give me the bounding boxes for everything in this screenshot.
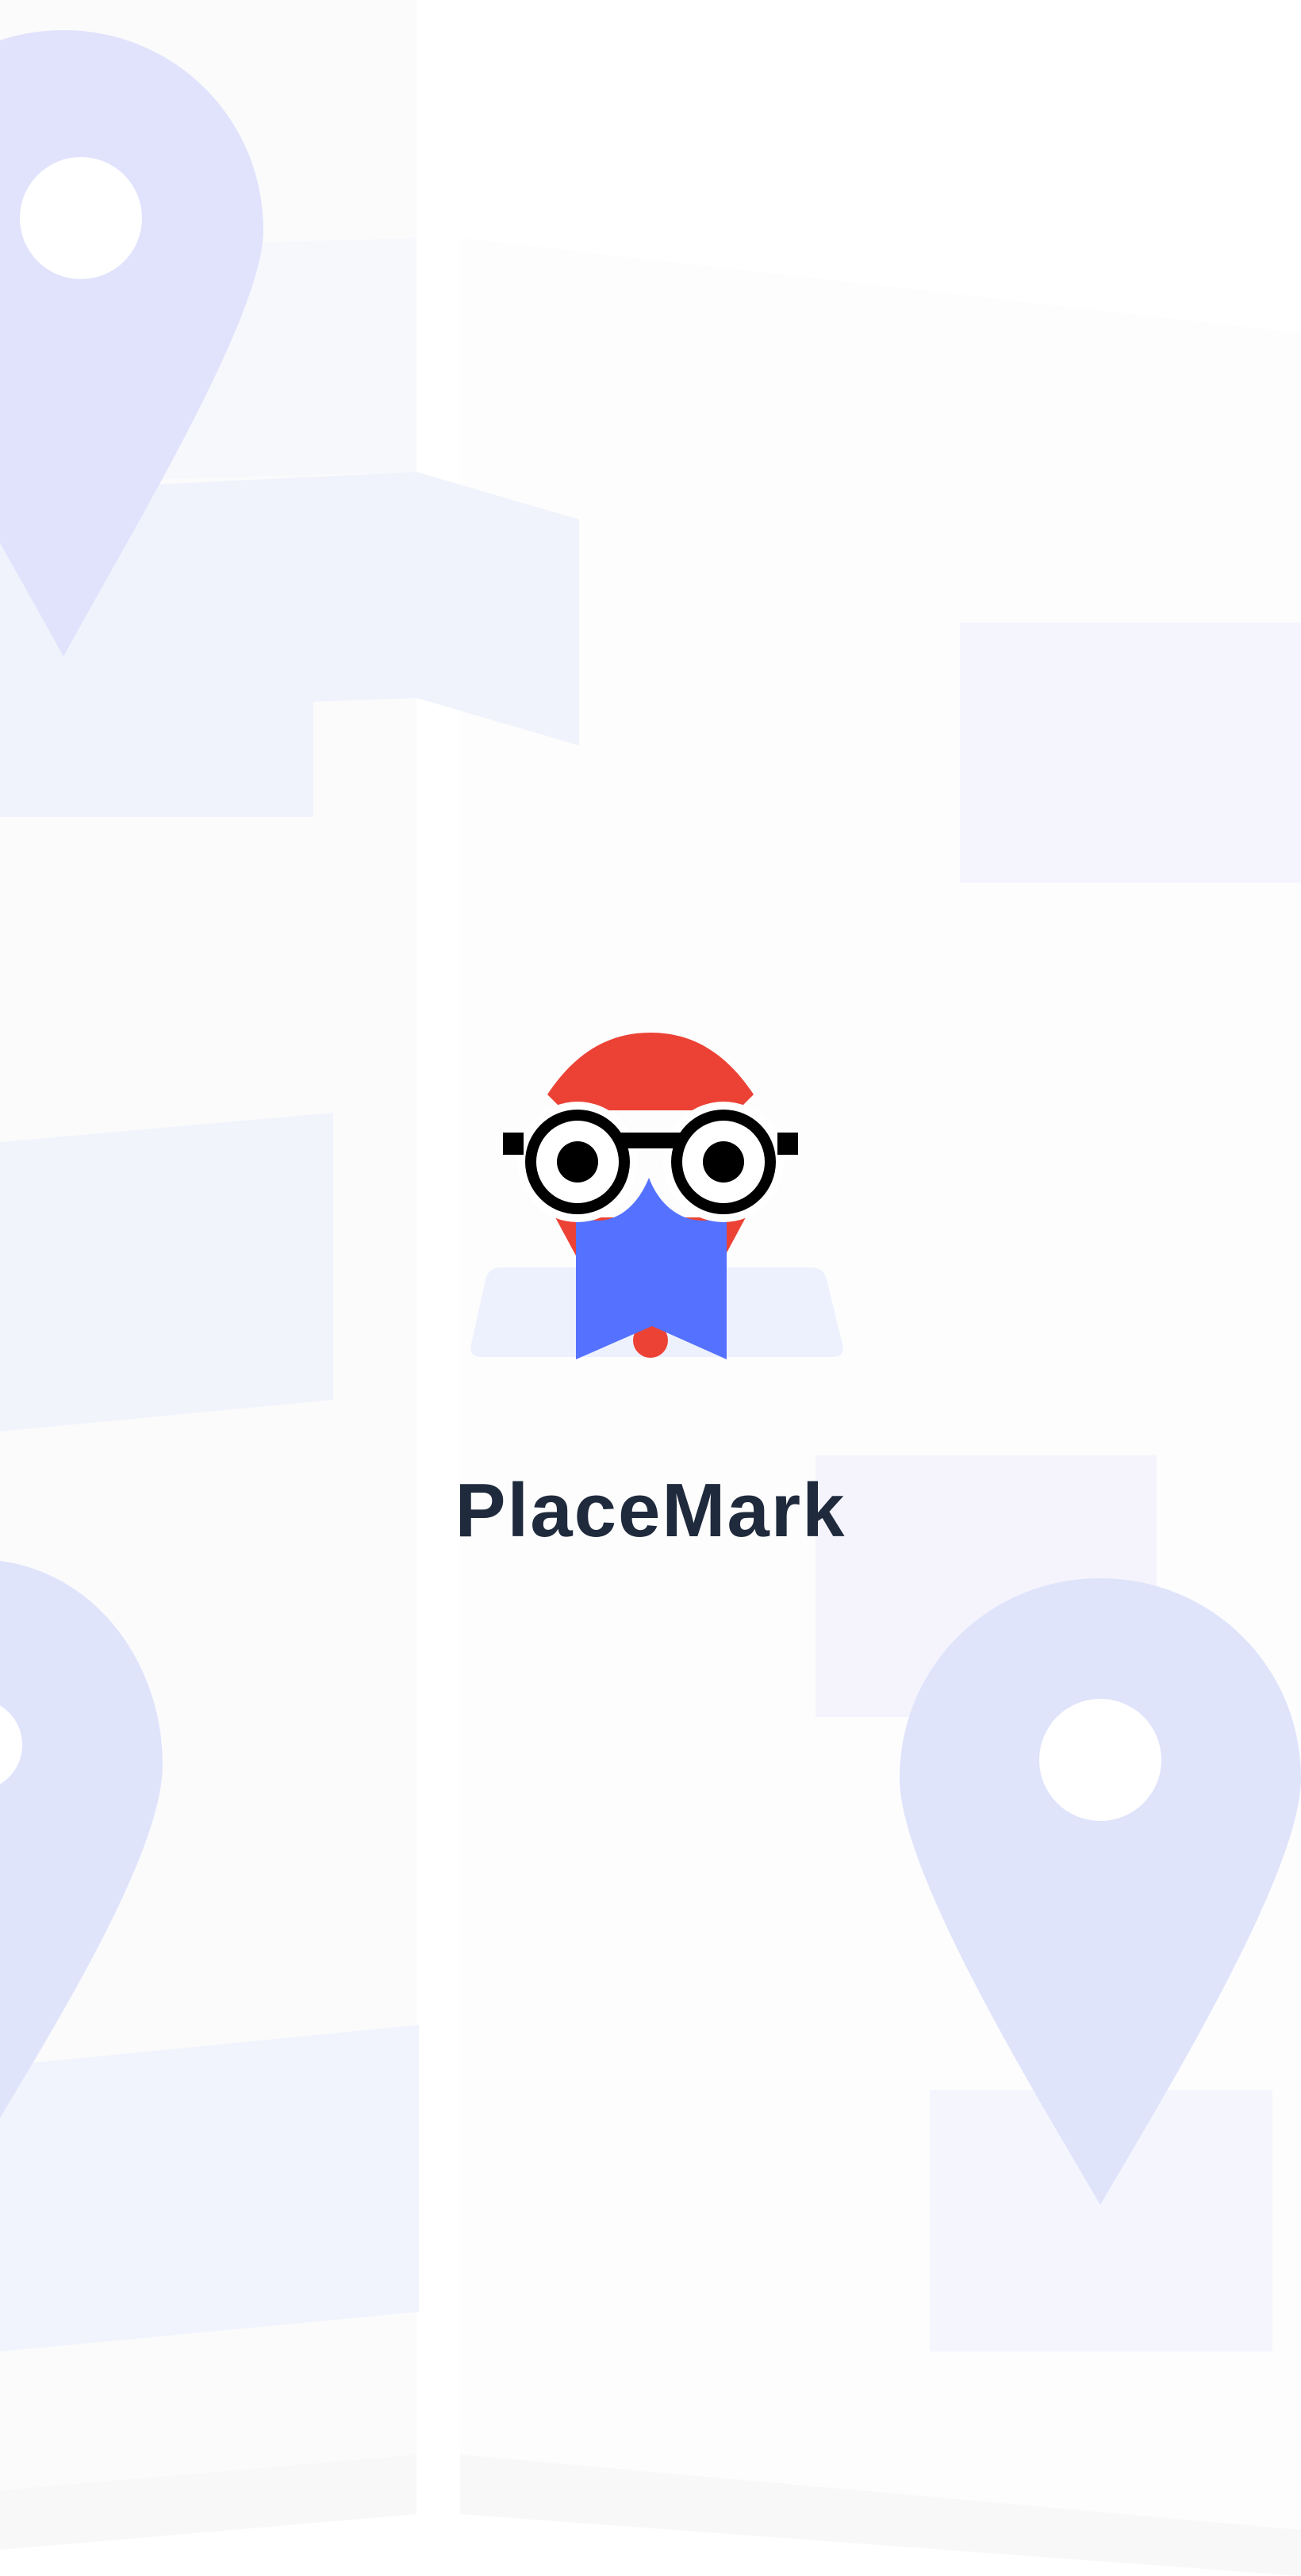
app-logo [444, 1015, 857, 1396]
app-title: PlaceMark [455, 1468, 846, 1553]
owl-bookmark-logo-icon [470, 1033, 843, 1359]
owl-head [547, 1033, 754, 1110]
splash-screen: PlaceMark [0, 0, 1301, 2576]
map-block [0, 2025, 419, 2352]
map-block [0, 1113, 333, 1432]
map-block [960, 623, 1301, 883]
